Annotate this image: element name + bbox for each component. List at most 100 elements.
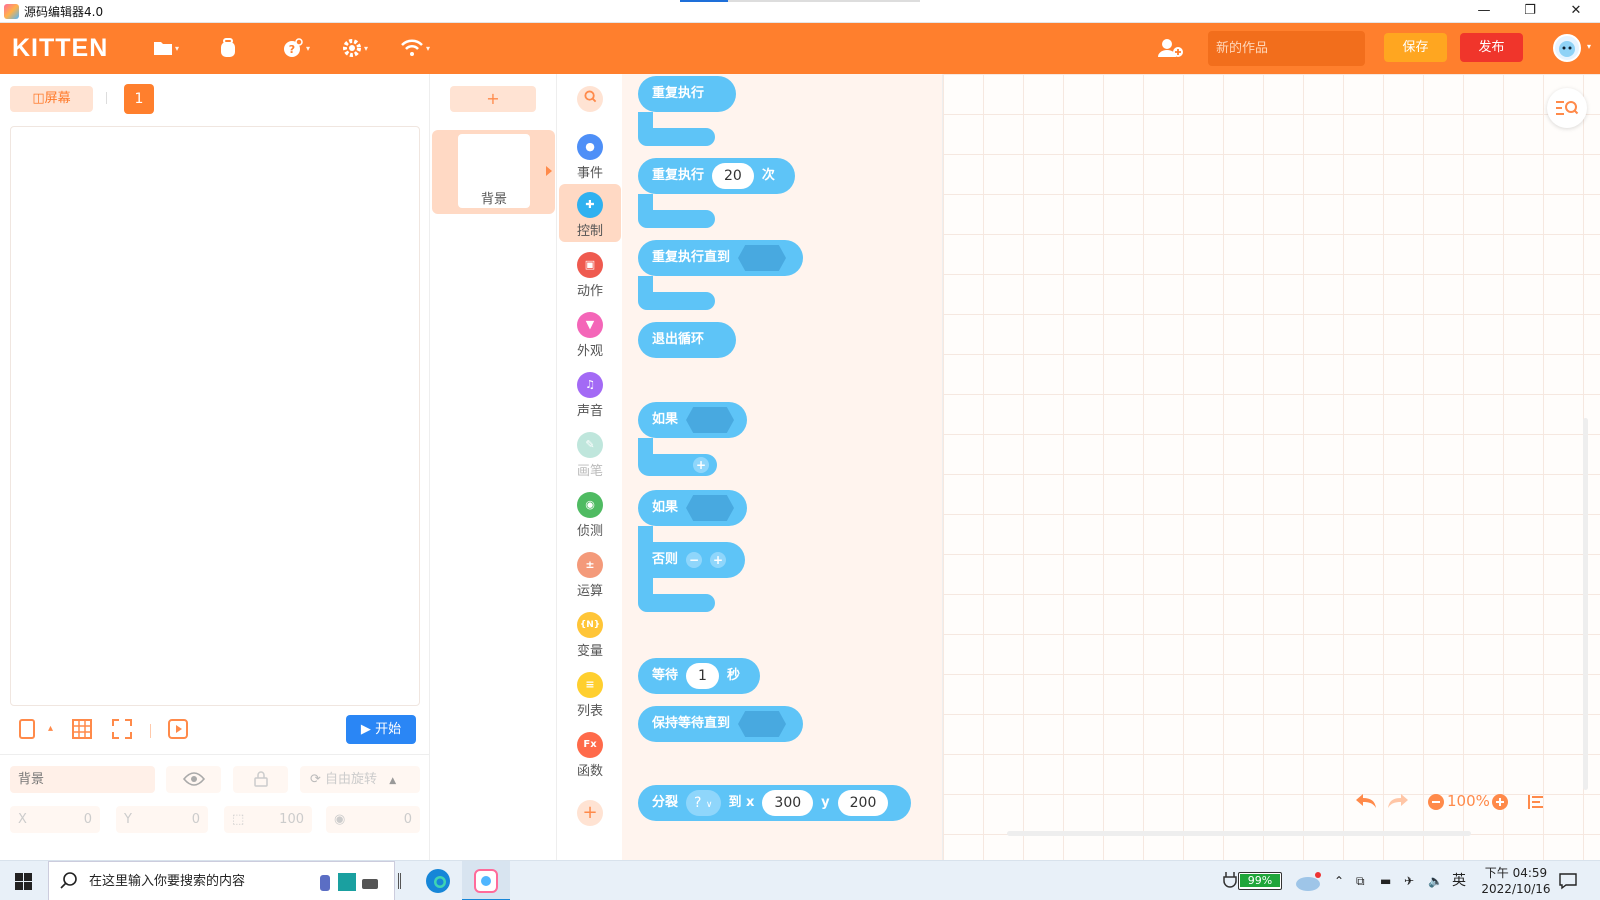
category-variables[interactable]: {N} 变量 — [559, 604, 621, 662]
visibility-toggle[interactable] — [166, 766, 221, 793]
category-sound[interactable]: ♫ 声音 — [559, 364, 621, 422]
wait-seconds-input[interactable]: 1 — [686, 663, 719, 689]
user-avatar[interactable] — [1553, 34, 1581, 62]
minimize-button[interactable]: — — [1461, 0, 1507, 22]
network-icon[interactable]: ✈ — [1404, 861, 1414, 900]
clone-y-input[interactable]: 200 — [837, 790, 889, 816]
tray-chevron-icon[interactable]: ⌃ — [1334, 861, 1344, 900]
block-arm — [638, 112, 653, 128]
clone-target-select[interactable]: ? ∨ — [686, 790, 721, 816]
condition-slot[interactable] — [738, 711, 787, 737]
y-field[interactable]: Y 0 — [116, 806, 208, 833]
wifi-icon[interactable]: ▾ — [400, 37, 430, 59]
settings-icon[interactable]: ▾ — [342, 37, 368, 59]
script-canvas[interactable]: 100% — [942, 74, 1600, 860]
fullscreen-icon[interactable] — [112, 719, 132, 744]
remove-branch-icon[interactable]: − — [686, 552, 703, 568]
device-chevron-icon[interactable]: ▴ — [48, 723, 53, 734]
align-blocks-icon[interactable] — [1527, 793, 1545, 815]
chevron-down-icon: ∨ — [705, 800, 713, 810]
weather-icon[interactable] — [1294, 870, 1324, 896]
stage-canvas[interactable] — [10, 126, 420, 706]
close-button[interactable]: ✕ — [1553, 0, 1599, 22]
category-motion[interactable]: ▣ 动作 — [559, 244, 621, 302]
category-sensing[interactable]: ◉ 侦测 — [559, 484, 621, 542]
avatar-chevron-icon[interactable]: ▾ — [1587, 42, 1591, 51]
taskbar-clock[interactable]: 下午 04:59 2022/10/16 — [1476, 865, 1556, 897]
works-name-input[interactable]: 新的作品 — [1208, 31, 1365, 66]
block-repeat-forever[interactable]: 重复执行 — [638, 76, 736, 146]
horizontal-scrollbar[interactable] — [1007, 831, 1471, 836]
zoom-in-icon[interactable] — [1491, 793, 1509, 815]
block-repeat-until[interactable]: 重复执行直到 — [638, 240, 803, 310]
windows-start-icon[interactable] — [15, 873, 32, 894]
block-foot: + — [638, 454, 717, 476]
screen-label: 屏幕 — [44, 91, 71, 106]
battery-percent: 99% — [1240, 874, 1280, 887]
condition-slot[interactable] — [686, 495, 735, 521]
redo-icon[interactable] — [1387, 793, 1409, 813]
add-branch-icon[interactable]: + — [693, 457, 709, 473]
notification-icon[interactable] — [1558, 871, 1578, 895]
block-if[interactable]: 如果 + — [638, 402, 747, 476]
tray-device-icon[interactable]: ▬ — [1380, 861, 1391, 900]
kitten-app-taskbar-icon[interactable] — [462, 861, 510, 900]
sprite-name-field[interactable]: 背景 — [10, 766, 155, 793]
clock-time: 下午 04:59 — [1484, 866, 1548, 880]
lock-toggle[interactable] — [233, 766, 288, 793]
rotation-mode-select[interactable]: ⟳ 自由旋转 ▲ — [300, 766, 420, 793]
undo-icon[interactable] — [1355, 793, 1377, 813]
tray-app-icon[interactable]: ⧉ — [1356, 861, 1365, 900]
backpack-icon[interactable] — [218, 37, 238, 59]
block-wait-seconds[interactable]: 等待 1 秒 — [638, 658, 760, 694]
start-button[interactable]: ▶ 开始 — [346, 715, 416, 744]
ime-indicator[interactable]: 英 — [1452, 861, 1466, 900]
category-label: 声音 — [576, 404, 603, 419]
category-pen[interactable]: ✎ 画笔 — [559, 424, 621, 482]
add-sprite-button[interactable]: + — [450, 86, 536, 112]
add-branch-icon[interactable]: + — [710, 552, 727, 568]
help-icon[interactable]: ? ▾ — [282, 37, 310, 59]
restore-button[interactable]: ❐ — [1507, 0, 1553, 22]
x-field[interactable]: X 0 — [10, 806, 100, 833]
power-plug-icon — [1222, 871, 1238, 895]
device-icon[interactable] — [18, 719, 36, 744]
clone-x-input[interactable]: 300 — [762, 790, 814, 816]
category-events[interactable]: ● 事件 — [559, 126, 621, 184]
size-field[interactable]: ⬚ 100 — [224, 806, 312, 833]
screen-button[interactable]: ◫屏幕 — [10, 86, 93, 112]
volume-icon[interactable]: 🔈 — [1428, 861, 1443, 900]
battery-indicator[interactable]: 99% — [1238, 872, 1282, 890]
record-icon[interactable] — [168, 719, 188, 744]
size-icon: ⬚ — [232, 812, 245, 827]
vertical-scrollbar[interactable] — [1583, 418, 1588, 790]
condition-slot[interactable] — [738, 245, 787, 271]
category-looks[interactable]: ▼ 外观 — [559, 304, 621, 362]
grid-icon[interactable] — [72, 719, 92, 744]
sprite-card-background[interactable]: 背景 — [432, 130, 555, 214]
block-repeat-times[interactable]: 重复执行 20 次 — [638, 158, 795, 228]
zoom-out-icon[interactable] — [1427, 793, 1445, 815]
publish-button[interactable]: 发布 — [1460, 33, 1523, 62]
block-head: 重复执行直到 — [638, 240, 803, 276]
category-operators[interactable]: ± 运算 — [559, 544, 621, 602]
folder-icon[interactable]: ▾ — [153, 37, 179, 59]
add-user-icon[interactable] — [1158, 37, 1184, 59]
save-button[interactable]: 保存 — [1384, 33, 1447, 62]
block-break-loop[interactable]: 退出循环 — [638, 322, 736, 358]
block-wait-until[interactable]: 保持等待直到 — [638, 706, 803, 742]
block-if-else[interactable]: 如果 否则 − + — [638, 490, 747, 612]
category-functions[interactable]: Fx 函数 — [559, 724, 621, 782]
category-lists[interactable]: ≡ 列表 — [559, 664, 621, 722]
block-clone[interactable]: 分裂 ? ∨ 到 x 300 y 200 — [638, 785, 911, 821]
condition-slot[interactable] — [686, 407, 735, 433]
edge-browser-icon[interactable] — [424, 867, 454, 897]
block-label: 重复执行直到 — [652, 250, 731, 265]
screen-tab-1[interactable]: 1 — [124, 84, 154, 114]
category-control[interactable]: ✚ 控制 — [559, 184, 621, 242]
add-extension-icon[interactable]: + — [577, 800, 603, 826]
code-search-button[interactable] — [1547, 88, 1587, 128]
block-search-icon[interactable] — [577, 86, 603, 112]
direction-field[interactable]: ◉ 0 — [326, 806, 420, 833]
repeat-count-input[interactable]: 20 — [712, 163, 754, 189]
